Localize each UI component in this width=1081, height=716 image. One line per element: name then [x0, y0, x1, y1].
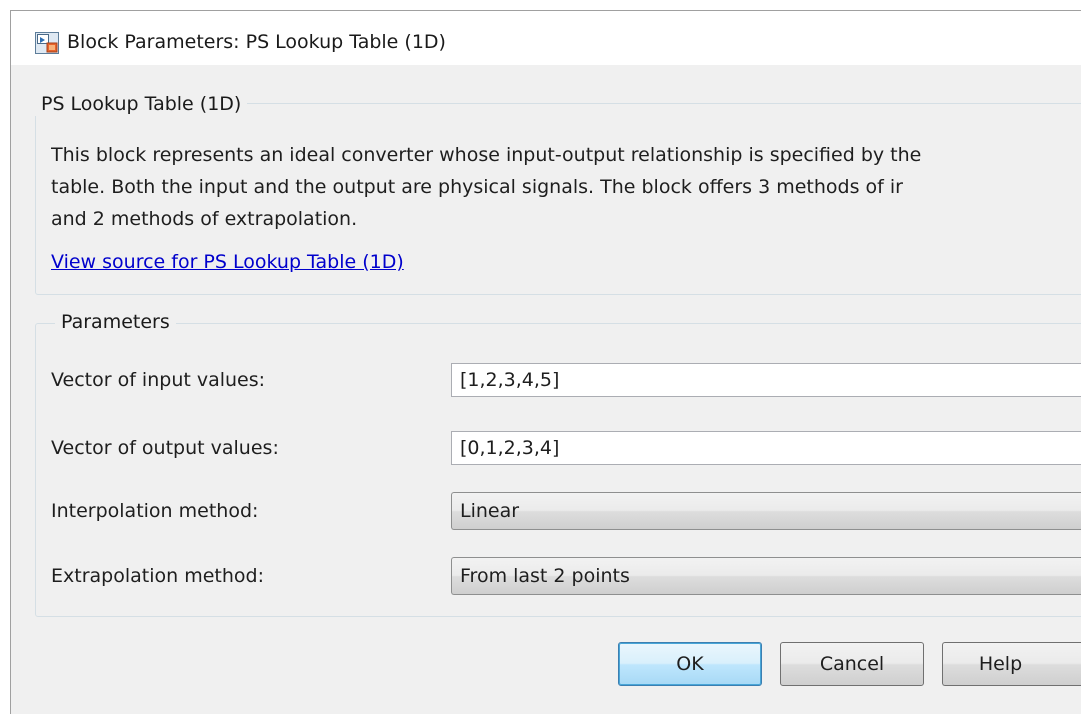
block-parameters-dialog: Block Parameters: PS Lookup Table (1D) P…: [10, 10, 1081, 714]
block-description: This block represents an ideal converter…: [51, 139, 1081, 235]
help-button-label: Help: [978, 653, 1023, 675]
help-button[interactable]: Help: [942, 642, 1081, 686]
extrapolation-method-value: From last 2 points: [460, 565, 630, 587]
view-source-link[interactable]: View source for PS Lookup Table (1D): [51, 249, 404, 275]
interpolation-method-dropdown[interactable]: Linear: [451, 492, 1081, 530]
input-values-field[interactable]: [451, 363, 1081, 397]
title-bar[interactable]: Block Parameters: PS Lookup Table (1D): [11, 11, 1081, 65]
parameters-group-title: Parameters: [55, 310, 176, 334]
description-line-3: and 2 methods of extrapolation.: [51, 208, 358, 230]
output-values-field[interactable]: [451, 431, 1081, 465]
simulink-block-icon: [35, 32, 59, 54]
output-values-label: Vector of output values:: [51, 437, 279, 459]
extrapolation-method-label: Extrapolation method:: [51, 565, 264, 587]
window-title: Block Parameters: PS Lookup Table (1D): [67, 31, 446, 53]
interpolation-method-value: Linear: [460, 500, 520, 522]
description-line-1: This block represents an ideal converter…: [51, 144, 922, 166]
description-group-title: PS Lookup Table (1D): [35, 92, 248, 116]
interpolation-method-label: Interpolation method:: [51, 500, 259, 522]
description-line-2: table. Both the input and the output are…: [51, 176, 903, 198]
cancel-button[interactable]: Cancel: [780, 642, 924, 686]
input-values-label: Vector of input values:: [51, 369, 266, 391]
extrapolation-method-dropdown[interactable]: From last 2 points: [451, 557, 1081, 595]
ok-button[interactable]: OK: [618, 642, 762, 686]
